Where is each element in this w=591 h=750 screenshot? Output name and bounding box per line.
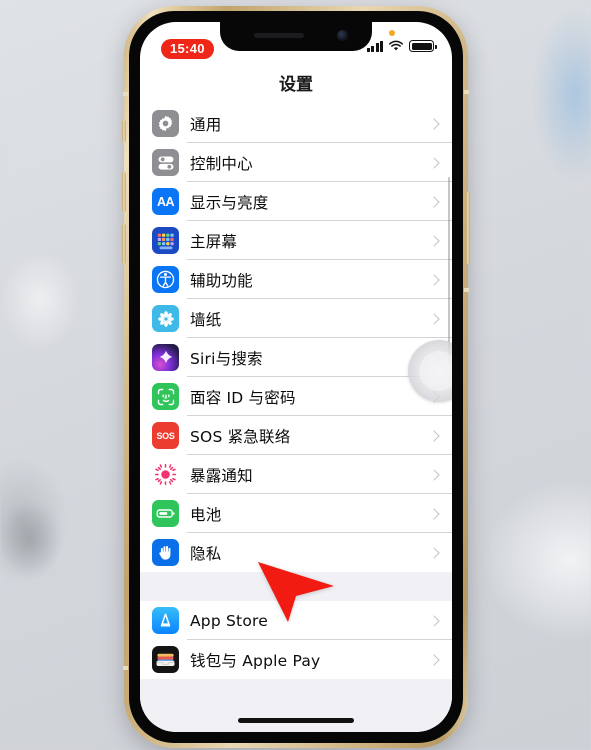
settings-row-wallet-apple-pay[interactable]: 钱包与 Apple Pay: [140, 640, 452, 679]
settings-group-system: 通用 控制中心 AA 显示与亮度 主屏幕 辅助功能 墙纸 Siri与搜索 面容 …: [140, 104, 452, 572]
settings-row-label: Siri与搜索: [190, 349, 263, 368]
app-store-icon: [152, 607, 179, 634]
antenna-band: [464, 288, 469, 292]
settings-row-home-screen[interactable]: 主屏幕: [140, 221, 452, 260]
chevron-right-icon: [428, 429, 440, 442]
siri-icon: [152, 344, 179, 371]
settings-row-privacy[interactable]: 隐私: [140, 533, 452, 572]
settings-row-accessibility[interactable]: 辅助功能: [140, 260, 452, 299]
face-id-icon: [152, 383, 179, 410]
battery-settings-icon: [152, 500, 179, 527]
volume-down-button[interactable]: [122, 224, 126, 264]
page-title: 设置: [279, 75, 313, 95]
settings-row-siri-search[interactable]: Siri与搜索: [140, 338, 452, 377]
chevron-right-icon: [428, 195, 440, 208]
chevron-right-icon: [428, 117, 440, 130]
wallet-icon: [152, 646, 179, 673]
settings-row-label: 面容 ID 与密码: [190, 388, 296, 407]
chevron-right-icon: [428, 653, 440, 666]
chevron-right-icon: [428, 468, 440, 481]
settings-row-display-brightness[interactable]: AA 显示与亮度: [140, 182, 452, 221]
settings-row-exposure-notifications[interactable]: 暴露通知: [140, 455, 452, 494]
antenna-band: [123, 666, 128, 670]
scroll-indicator[interactable]: [447, 177, 450, 362]
settings-row-label: 墙纸: [190, 310, 222, 329]
settings-row-label: 隐私: [190, 544, 222, 563]
chevron-right-icon: [428, 507, 440, 520]
recording-time-pill: 15:40: [161, 39, 214, 59]
control-center-icon: [152, 149, 179, 176]
settings-row-battery[interactable]: 电池: [140, 494, 452, 533]
volume-up-button[interactable]: [122, 172, 126, 212]
chevron-right-icon: [428, 273, 440, 286]
settings-group-store: App Store 钱包与 Apple Pay: [140, 601, 452, 679]
group-separator: [140, 572, 452, 601]
device-screen: 15:40 设置 通用 控制中心 AA 显示与亮度 主屏幕 辅助功能 墙纸 Si…: [140, 22, 452, 732]
iphone-device: 15:40 设置 通用 控制中心 AA 显示与亮度 主屏幕 辅助功能 墙纸 Si…: [122, 6, 470, 748]
settings-row-wallpaper[interactable]: 墙纸: [140, 299, 452, 338]
settings-row-label: 控制中心: [190, 154, 253, 173]
sos-icon: SOS: [152, 422, 179, 449]
exposure-notification-icon: [152, 461, 179, 488]
gear-icon: [152, 110, 179, 137]
settings-row-label: 通用: [190, 115, 222, 134]
wifi-icon: [388, 40, 404, 51]
settings-row-label: 电池: [190, 505, 222, 524]
chevron-right-icon: [428, 234, 440, 247]
chevron-right-icon: [428, 546, 440, 559]
microphone-in-use-icon: [389, 30, 395, 36]
power-button[interactable]: [466, 192, 470, 264]
wallpaper-icon: [152, 305, 179, 332]
settings-row-emergency-sos[interactable]: SOS SOS 紧急联络: [140, 416, 452, 455]
antenna-band: [464, 90, 469, 94]
settings-row-label: 主屏幕: [190, 232, 238, 251]
settings-row-app-store[interactable]: App Store: [140, 601, 452, 640]
battery-icon: [409, 40, 437, 52]
accessibility-icon: [152, 266, 179, 293]
status-bar: 15:40: [140, 22, 452, 62]
cellular-signal-icon: [366, 40, 383, 52]
navigation-bar: 设置: [140, 62, 452, 104]
settings-row-label: App Store: [190, 611, 268, 630]
device-bezel: 15:40 设置 通用 控制中心 AA 显示与亮度 主屏幕 辅助功能 墙纸 Si…: [129, 11, 463, 743]
chevron-right-icon: [428, 614, 440, 627]
home-indicator[interactable]: [238, 718, 354, 723]
status-icons: [366, 40, 437, 52]
settings-row-general[interactable]: 通用: [140, 104, 452, 143]
display-brightness-icon: AA: [152, 188, 179, 215]
privacy-hand-icon: [152, 539, 179, 566]
mute-switch[interactable]: [122, 120, 126, 142]
chevron-right-icon: [428, 312, 440, 325]
chevron-right-icon: [428, 156, 440, 169]
settings-list[interactable]: 通用 控制中心 AA 显示与亮度 主屏幕 辅助功能 墙纸 Siri与搜索 面容 …: [140, 104, 452, 732]
settings-row-label: 暴露通知: [190, 466, 253, 485]
settings-row-face-id-passcode[interactable]: 面容 ID 与密码: [140, 377, 452, 416]
settings-row-control-center[interactable]: 控制中心: [140, 143, 452, 182]
antenna-band: [123, 92, 128, 96]
home-screen-icon: [152, 227, 179, 254]
settings-row-label: 辅助功能: [190, 271, 253, 290]
settings-row-label: 显示与亮度: [190, 193, 269, 212]
settings-row-label: 钱包与 Apple Pay: [190, 651, 321, 670]
settings-row-label: SOS 紧急联络: [190, 427, 291, 446]
